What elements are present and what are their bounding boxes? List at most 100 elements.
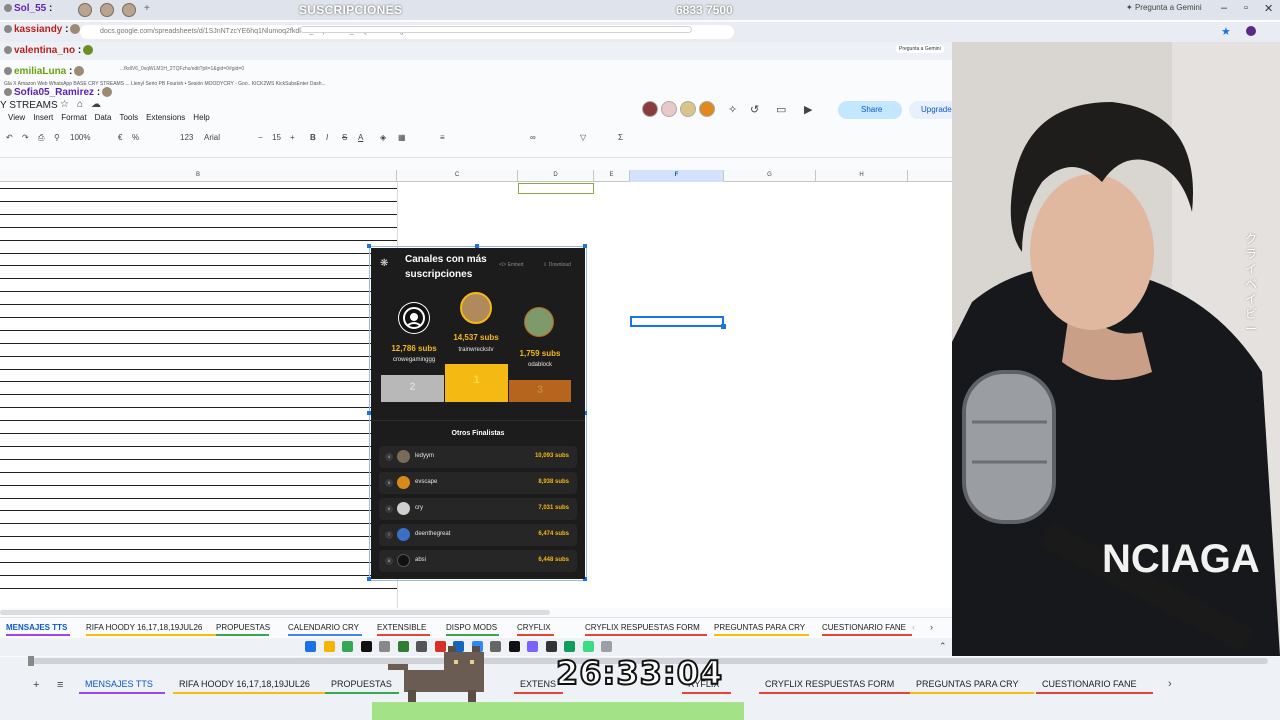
gemini-sheets-icon[interactable]: ✧ (728, 103, 737, 116)
menu-format[interactable]: Format (61, 113, 86, 122)
column-header-c[interactable]: C (397, 170, 518, 182)
menu-insert[interactable]: Insert (33, 113, 53, 122)
menu-view[interactable]: View (8, 113, 25, 122)
bottom-sheet-tab[interactable]: CUESTIONARIO FANE (1042, 679, 1137, 689)
maximize-icon[interactable]: ▫ (1244, 2, 1248, 14)
tab-favicon[interactable] (100, 3, 114, 17)
sheet-tab[interactable]: CUESTIONARIO FANE (822, 623, 906, 632)
number-format-icon[interactable]: 123 (180, 133, 193, 142)
sheet-tab[interactable]: MENSAJES TTS (6, 623, 67, 632)
taskbar-app-icon[interactable] (305, 641, 316, 652)
functions-icon[interactable]: Σ (618, 133, 623, 142)
comment-icon[interactable]: ▭ (776, 103, 786, 116)
font-select[interactable]: Arial (204, 133, 220, 142)
sheet-tab[interactable]: EXTENSIBLE (377, 623, 426, 632)
decrease-font-icon[interactable]: − (258, 133, 263, 142)
gemini-pill[interactable]: Pregunta a Gemini (896, 45, 944, 53)
progress-thumb[interactable] (28, 656, 34, 666)
sheet-tab[interactable]: CRYFLIX (517, 623, 551, 632)
bookmark-star-icon[interactable]: ★ (1221, 25, 1231, 38)
menu-data[interactable]: Data (95, 113, 112, 122)
tab-favicon[interactable] (78, 3, 92, 17)
horizontal-scrollbar[interactable] (0, 610, 550, 615)
taskbar-app-icon[interactable] (545, 641, 557, 652)
document-title[interactable]: Y STREAMS (0, 100, 58, 111)
fill-color-icon[interactable]: ◈ (380, 133, 386, 142)
bottom-tabs-scroll-icon[interactable]: › (1168, 678, 1172, 690)
bottom-sheet-tab[interactable]: MENSAJES TTS (85, 679, 153, 689)
zoom-select[interactable]: 100% (70, 133, 90, 142)
borders-icon[interactable]: ▦ (398, 133, 406, 142)
avatar[interactable] (699, 101, 715, 117)
column-header-f[interactable]: F (630, 170, 724, 182)
tabs-scroll-right-icon[interactable]: › (930, 622, 933, 632)
taskbar-app-icon[interactable] (342, 641, 353, 652)
sheet-tab[interactable]: PREGUNTAS PARA CRY (714, 623, 805, 632)
menu-extensions[interactable]: Extensions (146, 113, 185, 122)
avatar[interactable] (642, 101, 658, 117)
font-size-input[interactable]: 15 (272, 133, 281, 142)
link-icon[interactable]: ∞ (530, 133, 536, 142)
history-icon[interactable]: ↺ (750, 103, 759, 116)
bookmarks-list[interactable]: Gla X Amazon Web WhatsApp BASE CRY STREA… (0, 78, 952, 90)
undo-icon[interactable]: ↶ (6, 133, 13, 142)
close-icon[interactable]: ✕ (1264, 2, 1273, 15)
bottom-sheet-tab[interactable]: PROPUESTAS (331, 679, 392, 689)
redo-icon[interactable]: ↷ (22, 133, 29, 142)
percent-icon[interactable]: % (132, 133, 139, 142)
star-outline-icon[interactable]: ☆ (60, 99, 69, 110)
profile-icon[interactable] (1246, 26, 1256, 36)
selected-cell[interactable] (630, 316, 724, 327)
all-sheets-icon[interactable]: ≡ (57, 679, 63, 691)
sheet-tab[interactable]: PROPUESTAS (216, 623, 270, 632)
sheet-tab[interactable]: DISPO MODS (446, 623, 497, 632)
tabs-scroll-left-icon[interactable]: ‹ (912, 622, 915, 632)
sheet-tab[interactable]: RIFA HOODY 16,17,18,19JUL26 (86, 623, 202, 632)
bottom-sheet-tab[interactable]: CRYFLIX RESPUESTAS FORM (765, 679, 894, 689)
taskbar-app-icon[interactable] (527, 641, 538, 652)
bottom-sheet-tab[interactable]: PREGUNTAS PARA CRY (916, 679, 1019, 689)
taskbar-app-icon[interactable] (360, 641, 372, 652)
menu-tools[interactable]: Tools (119, 113, 138, 122)
new-tab-icon[interactable]: + (144, 3, 150, 14)
taskbar-app-icon[interactable] (564, 641, 575, 652)
column-header-g[interactable]: G (724, 170, 816, 182)
taskbar-app-icon[interactable] (601, 641, 612, 652)
print-icon[interactable]: ⎙ (38, 133, 44, 143)
text-color-icon[interactable]: A (358, 133, 363, 142)
avatar[interactable] (661, 101, 677, 117)
taskbar-app-icon[interactable] (582, 641, 594, 652)
bottom-sheet-tab[interactable]: RIFA HOODY 16,17,18,19JUL26 (179, 679, 310, 689)
currency-icon[interactable]: € (118, 133, 122, 142)
menu-help[interactable]: Help (193, 113, 209, 122)
column-header-d[interactable]: D (518, 170, 594, 182)
add-sheet-icon[interactable]: + (33, 679, 39, 691)
share-button[interactable]: Share (838, 101, 902, 119)
strikethrough-icon[interactable]: S (342, 133, 347, 142)
minimize-icon[interactable]: – (1221, 2, 1227, 14)
paint-format-icon[interactable]: ⚲ (54, 133, 60, 142)
bottom-sheet-tab[interactable]: EXTENS (520, 679, 556, 689)
meet-icon[interactable]: ▶ (804, 103, 812, 116)
bold-icon[interactable]: B (310, 133, 316, 142)
browser-tabs[interactable] (78, 3, 136, 17)
taskbar-chevron-icon[interactable]: ⌃ (939, 641, 947, 652)
increase-font-icon[interactable]: + (290, 133, 295, 142)
embed-button[interactable]: </> Embed (499, 262, 523, 268)
align-icon[interactable]: ≡ (440, 133, 445, 142)
gemini-button[interactable]: ✦ Pregunta a Gemini (1126, 3, 1202, 12)
italic-icon[interactable]: I (326, 133, 328, 142)
sheet-tab[interactable]: CALENDARIO CRY (288, 623, 359, 632)
taskbar-app-icon[interactable] (323, 641, 335, 652)
avatar[interactable] (680, 101, 696, 117)
column-header-e[interactable]: E (594, 170, 630, 182)
tab-favicon[interactable] (122, 3, 136, 17)
cell-d1[interactable] (518, 183, 594, 194)
filter-icon[interactable]: ▽ (580, 133, 586, 142)
fill-handle[interactable] (721, 324, 726, 329)
cloud-status-icon[interactable]: ☁ (91, 99, 101, 110)
download-button[interactable]: ⇩ Download (543, 262, 571, 268)
column-header-b[interactable]: B (0, 170, 397, 182)
sheet-tab[interactable]: CRYFLIX RESPUESTAS FORM (585, 623, 700, 632)
taskbar-app-icon[interactable] (508, 641, 520, 652)
